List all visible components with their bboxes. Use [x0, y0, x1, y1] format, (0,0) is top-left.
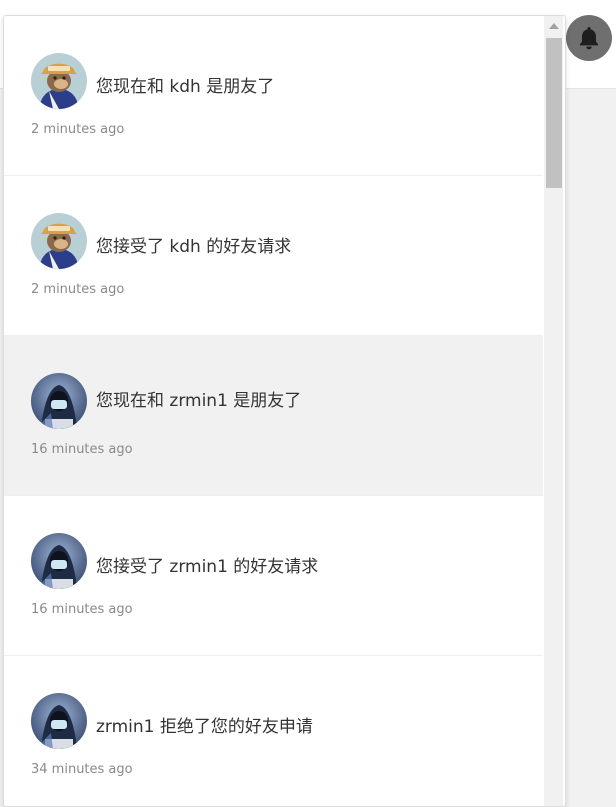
notification-time: 34 minutes ago — [31, 762, 133, 777]
scrollbar[interactable] — [544, 16, 563, 806]
notification-item[interactable]: 您接受了 kdh 的好友请求 2 minutes ago — [4, 176, 543, 336]
notification-item[interactable]: zrmin1 拒绝了您的好友申请 34 minutes ago — [4, 656, 543, 806]
ape-avatar — [31, 213, 87, 269]
ape-avatar — [31, 53, 87, 109]
notification-item[interactable]: 您接受了 zrmin1 的好友请求 16 minutes ago — [4, 496, 543, 656]
notification-message: 您接受了 zrmin1 的好友请求 — [96, 557, 319, 577]
notification-message: 您现在和 zrmin1 是朋友了 — [96, 391, 302, 411]
scroll-up-arrow-icon[interactable] — [549, 23, 559, 29]
notification-time: 2 minutes ago — [31, 122, 125, 137]
notification-message: 您现在和 kdh 是朋友了 — [96, 77, 275, 97]
notification-time: 16 minutes ago — [31, 602, 133, 617]
hooded-avatar — [31, 373, 87, 429]
notifications-list: 您现在和 kdh 是朋友了 2 minutes ago 您接受了 kdh 的好友请… — [4, 16, 543, 806]
notification-time: 2 minutes ago — [31, 282, 125, 297]
notification-message: 您接受了 kdh 的好友请求 — [96, 237, 292, 257]
scrollbar-thumb[interactable] — [546, 38, 562, 188]
notification-item[interactable]: 您现在和 zrmin1 是朋友了 16 minutes ago — [4, 336, 543, 496]
notifications-bell-button[interactable] — [566, 15, 612, 61]
bell-icon — [580, 27, 598, 50]
notification-time: 16 minutes ago — [31, 442, 133, 457]
hooded-avatar — [31, 693, 87, 749]
notification-item[interactable]: 您现在和 kdh 是朋友了 2 minutes ago — [4, 16, 543, 176]
hooded-avatar — [31, 533, 87, 589]
notification-message: zrmin1 拒绝了您的好友申请 — [96, 717, 313, 737]
notifications-dropdown: 您现在和 kdh 是朋友了 2 minutes ago 您接受了 kdh 的好友请… — [3, 15, 566, 807]
